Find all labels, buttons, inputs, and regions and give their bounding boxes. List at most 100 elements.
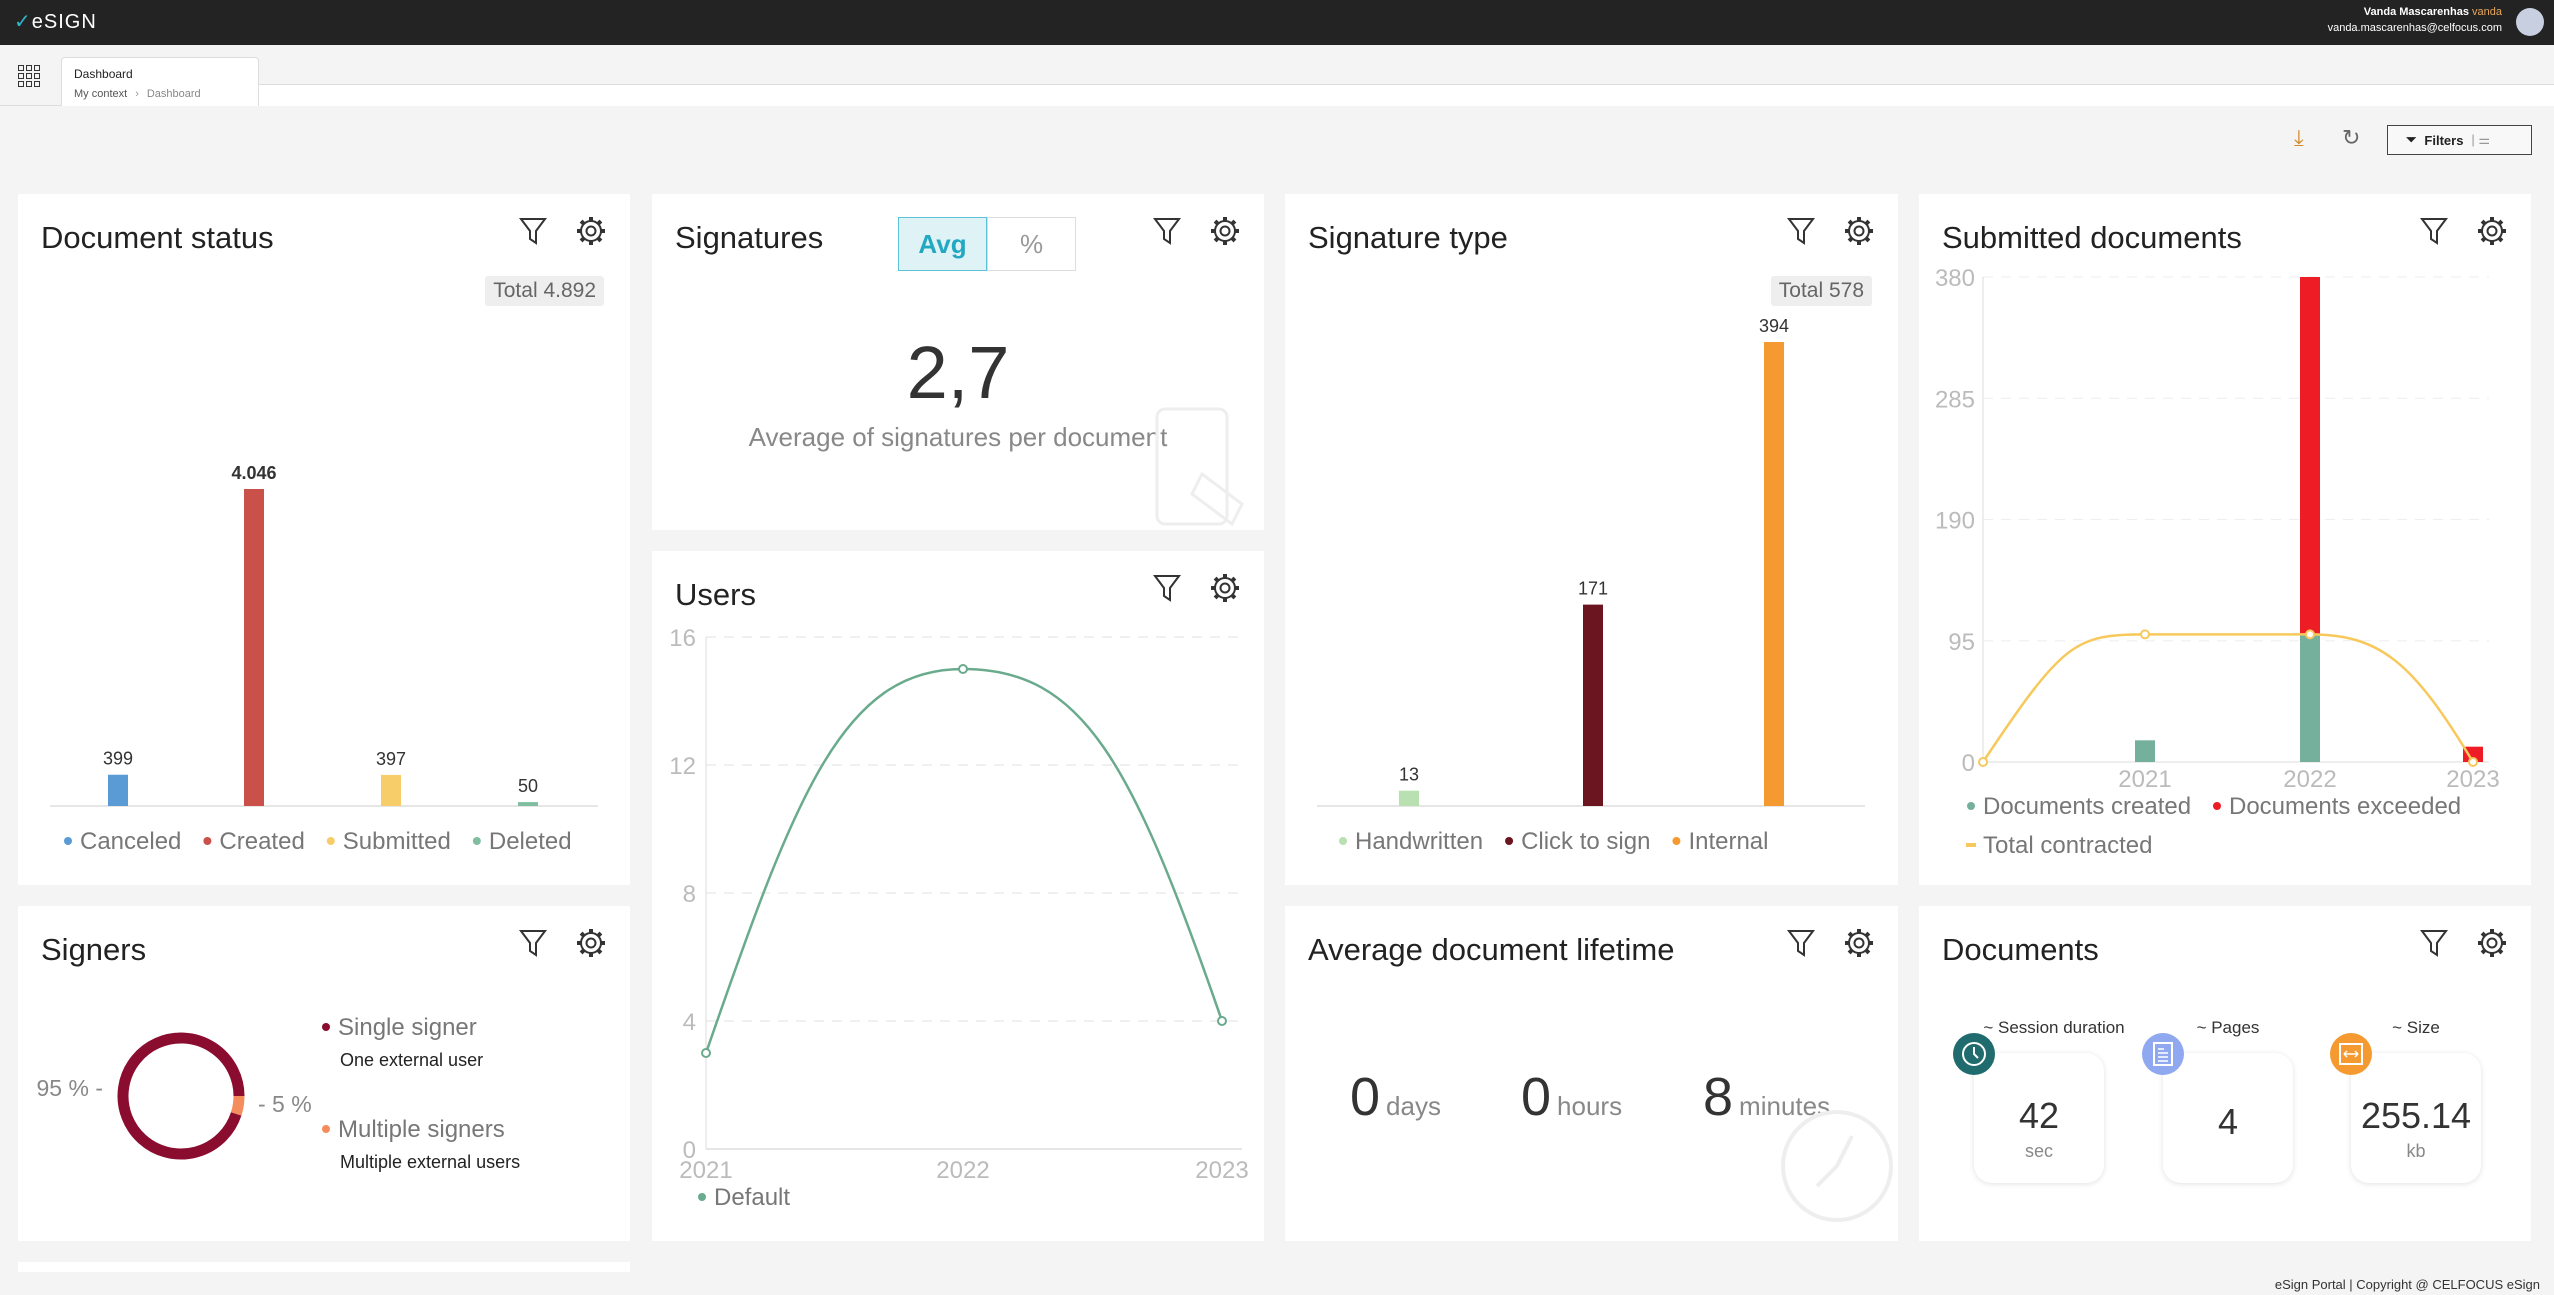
data-point: [1978, 757, 1988, 767]
tab-bar: Dashboard: [0, 45, 2554, 106]
bar-click-to-sign: [1583, 604, 1603, 806]
legend-dot: [472, 837, 481, 845]
data-point: [2140, 629, 2150, 640]
filter-icon[interactable]: [1150, 214, 1184, 248]
signature-type-chart: 13 171 394 Handwritten Click to sign Internal: [1317, 316, 1865, 855]
y-tick-label: 8: [683, 881, 696, 908]
breadcrumb-my-context[interactable]: My context: [74, 88, 127, 100]
users-chart: 04812162021 2022 2023Default: [669, 625, 1248, 1211]
x-tick-label: 2023: [2446, 766, 2499, 793]
bar-created: [244, 489, 264, 806]
y-tick-label: 0: [1962, 750, 1975, 777]
multiple-signers-desc: Multiple external users: [340, 1152, 521, 1172]
toggle-percent[interactable]: %: [987, 217, 1076, 271]
signers-donut-chart: 95 % - - 5 %: [37, 1032, 312, 1160]
x-tick-label: 2022: [936, 1157, 989, 1184]
bar-documents-created: [2300, 634, 2320, 762]
download-icon[interactable]: ⤓: [2294, 125, 2304, 151]
resize-icon: [2330, 1033, 2372, 1075]
apps-grid-icon[interactable]: [18, 65, 40, 87]
data-label: 397: [376, 749, 406, 769]
documents-card: Documents ~ Session duration ~ Pages ~ S…: [1919, 906, 2531, 1241]
legend-submitted: Submitted: [343, 828, 451, 855]
avatar[interactable]: [2516, 8, 2544, 36]
legend-canceled: Canceled: [80, 828, 181, 855]
donut-slice-single-signer: [117, 1032, 245, 1160]
y-tick-label: 95: [1948, 629, 1975, 656]
avg-percent-toggle: Avg%: [898, 217, 1076, 271]
document-status-card: Document status Total 4.892 399 4.046 397 5…: [18, 194, 630, 885]
clock-icon: [1953, 1033, 1995, 1075]
data-point: [2468, 757, 2478, 767]
filters-button[interactable]: ⏷ Filters | ⚌: [2387, 125, 2532, 155]
y-tick-label: 285: [1935, 386, 1975, 413]
sliders-icon: | ⚌: [2471, 132, 2491, 147]
clock-watermark-icon: [1781, 1110, 1893, 1222]
single-signer-desc: One external user: [340, 1050, 484, 1070]
gear-icon[interactable]: [574, 926, 608, 960]
y-tick-label: 12: [669, 753, 696, 780]
legend-multiple-signers: Multiple signers: [322, 1116, 505, 1144]
card-title: Average document lifetime: [1308, 932, 1675, 967]
signers-card: Signers 95 % -- 5 % Single signer One ex…: [18, 906, 630, 1241]
app-logo[interactable]: ✓eSIGN: [14, 9, 97, 34]
data-point: [701, 1048, 711, 1058]
legend-documents-created: Documents created: [1983, 793, 2191, 820]
signatures-card: Signatures Avg% 2,7 Average of signature…: [652, 194, 1264, 530]
gear-icon[interactable]: [1208, 214, 1242, 248]
average-lifetime-card: Average document lifetime 0 days 0 hours 8…: [1285, 906, 1898, 1241]
breadcrumb-bar: [61, 84, 2554, 106]
lifetime-hours: 0 hours: [1521, 1067, 1623, 1127]
filter-icon[interactable]: [2417, 926, 2451, 960]
pct-label-single: 95 % -: [37, 1075, 103, 1101]
user-info[interactable]: Vanda Mascarenhas vanda vanda.mascarenhas…: [2328, 4, 2502, 36]
breadcrumb-dashboard: Dashboard: [146, 88, 201, 100]
gear-icon[interactable]: [2475, 926, 2509, 960]
legend-default: Default: [714, 1184, 790, 1211]
average-value: 2,7: [906, 331, 1010, 414]
gear-icon[interactable]: [1842, 926, 1876, 960]
donut-slice-multiple-signers: [230, 1095, 245, 1116]
top-bar: ✓eSIGN Vanda Mascarenhas vanda vanda.masc…: [0, 0, 2554, 45]
session-duration-box: 42 sec: [1974, 1053, 2104, 1183]
bar-deleted: [518, 802, 538, 806]
size-box: 255.14 kb: [2351, 1053, 2481, 1183]
legend-click-to-sign: Click to sign: [1521, 828, 1650, 855]
submitted-documents-card: Submitted documents 0 95 190 285 380 2021 2022…: [1919, 194, 2531, 885]
document-status-chart: 399 4.046 397 50 Canceled Created Submitted Del…: [50, 463, 598, 855]
data-point: [2305, 629, 2315, 640]
legend-dot: [1967, 802, 1975, 810]
legend-dash: [1966, 843, 1976, 847]
legend-single-signer: Single signer: [322, 1014, 477, 1042]
submitted-documents-chart: 0 95 190 285 380 2021 2022 2023 Documents create…: [1935, 265, 2500, 859]
legend-dot: [1339, 837, 1347, 845]
data-point: [958, 664, 968, 674]
toggle-avg[interactable]: Avg: [898, 217, 987, 271]
x-tick-label: 2023: [1195, 1157, 1248, 1184]
x-tick-label: 2021: [2118, 766, 2171, 793]
signature-tablet-icon: [1155, 407, 1244, 527]
filter-icon[interactable]: [516, 926, 550, 960]
bar-submitted: [381, 774, 401, 806]
data-label: 4.046: [231, 463, 276, 483]
partial-card: [18, 1262, 630, 1272]
lifetime-days: 0 days: [1350, 1067, 1441, 1127]
bar-documents-exceeded: [2300, 277, 2320, 635]
legend-dot: [1505, 837, 1514, 845]
refresh-icon[interactable]: ↻: [2342, 125, 2360, 151]
legend-documents-exceeded: Documents exceeded: [2229, 793, 2461, 820]
bar-handwritten: [1399, 790, 1419, 806]
legend-internal: Internal: [1688, 828, 1768, 855]
legend-handwritten: Handwritten: [1355, 828, 1483, 855]
data-label: 50: [518, 776, 538, 796]
card-title: Documents: [1942, 932, 2099, 967]
legend-deleted: Deleted: [489, 828, 572, 855]
filter-icon[interactable]: [1784, 926, 1818, 960]
series-line-default: [704, 667, 1224, 1054]
legend-dot: [203, 837, 212, 845]
data-label: 171: [1578, 579, 1608, 599]
x-tick-label: 2022: [2283, 766, 2336, 793]
y-tick-label: 16: [669, 625, 696, 652]
legend-dot: [64, 837, 72, 845]
y-tick-label: 380: [1935, 265, 1975, 292]
